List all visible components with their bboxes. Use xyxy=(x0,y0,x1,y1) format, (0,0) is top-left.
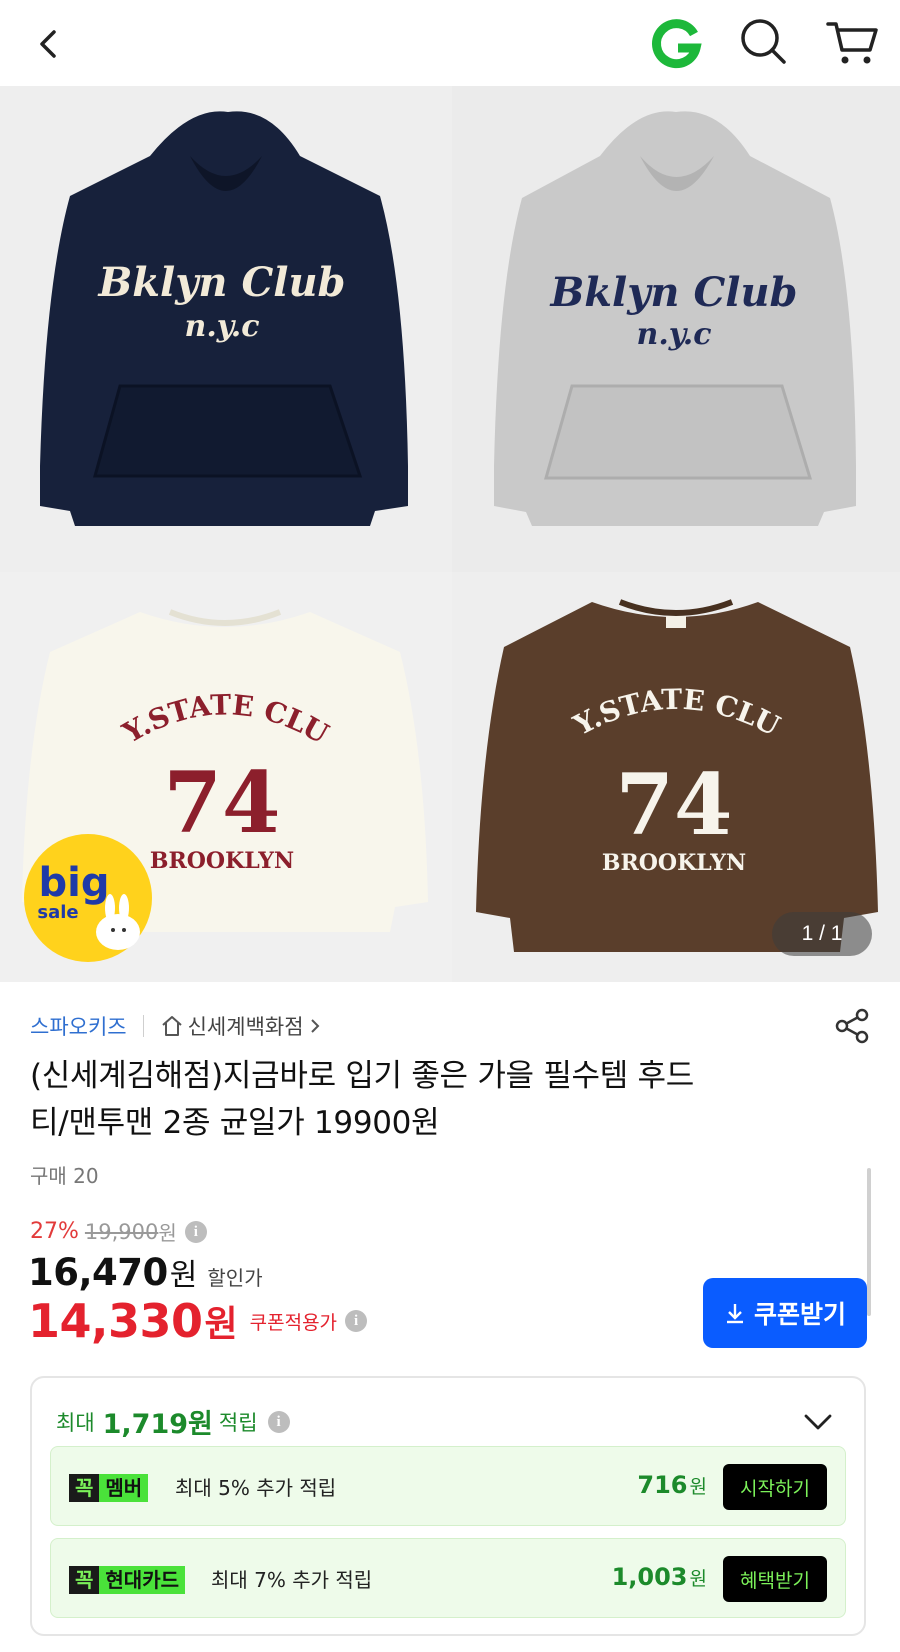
benefit-tag: 꼭 멤버 xyxy=(69,1474,149,1502)
badge-sale-text: sale xyxy=(37,902,78,923)
divider xyxy=(142,1015,144,1037)
benefit-description: 최대 7% 추가 적립 xyxy=(211,1568,373,1592)
hoodie-print-line1: Bklyn Club xyxy=(549,269,797,316)
big-sale-badge: big sale xyxy=(24,834,152,962)
benefit-tag: 꼭 현대카드 xyxy=(69,1566,186,1594)
purchase-count: 구매 20 xyxy=(30,1164,99,1188)
badge-big-text: big xyxy=(39,860,110,906)
share-icon[interactable] xyxy=(832,1006,872,1046)
benefit-hyundai-card: 꼭 현대카드 최대 7% 추가 적립 1,003 원 혜택받기 xyxy=(50,1538,846,1618)
image-counter: 1 / 1 xyxy=(772,912,872,956)
benefit-tag-name: 멤버 xyxy=(99,1474,149,1502)
cart-icon[interactable] xyxy=(822,10,884,72)
coupon-price: 14,330 xyxy=(28,1294,203,1348)
hoodie-print-line2: n.y.c xyxy=(637,317,712,352)
sale-price-label: 할인가 xyxy=(207,1266,263,1290)
reward-points-card: 최대 1,719원 적립 i 꼭 멤버 최대 5% 추가 적립 716 원 시작… xyxy=(30,1376,866,1636)
top-app-bar xyxy=(0,0,900,86)
info-icon[interactable]: i xyxy=(184,1220,207,1243)
sale-price-row: 16,470 원 할인가 xyxy=(28,1250,263,1294)
benefit-points: 1,003 원 xyxy=(612,1563,707,1591)
original-price-row: 27% 19,900 원 i xyxy=(30,1217,207,1246)
hoodie-print-line2: n.y.c xyxy=(185,309,260,344)
store-name: 신세계백화점 xyxy=(187,1015,304,1039)
chevron-left-icon[interactable] xyxy=(24,14,80,70)
benefit-points: 716 원 xyxy=(637,1471,707,1499)
sweatshirt-print-number: 74 xyxy=(616,755,733,854)
benefit-tag-prefix: 꼭 xyxy=(69,1474,100,1502)
benefit-member: 꼭 멤버 최대 5% 추가 적립 716 원 시작하기 xyxy=(50,1446,846,1526)
reward-summary: 최대 1,719원 적립 i xyxy=(56,1402,290,1441)
search-icon[interactable] xyxy=(734,12,794,72)
info-icon[interactable]: i xyxy=(267,1410,290,1433)
benefit-points-value: 1,003 xyxy=(611,1563,688,1591)
benefit-description: 최대 5% 추가 적립 xyxy=(175,1476,337,1500)
product-image-hoodie-gray: Bklyn Club n.y.c xyxy=(452,86,900,572)
g-logo-icon[interactable] xyxy=(644,12,708,76)
chevron-right-icon xyxy=(310,1019,319,1033)
product-title: (신세계김해점)지금바로 입기 좋은 가을 필수템 후드 티/맨투맨 2종 균일… xyxy=(30,1053,850,1147)
benefit-points-unit: 원 xyxy=(689,1476,707,1498)
info-icon[interactable]: i xyxy=(345,1310,368,1332)
start-button[interactable]: 시작하기 xyxy=(723,1464,827,1510)
reward-prefix: 최대 xyxy=(56,1410,95,1435)
benefit-points-unit: 원 xyxy=(689,1568,707,1590)
store-link[interactable]: 신세계백화점 xyxy=(160,1011,326,1041)
coupon-price-unit: 원 xyxy=(204,1304,238,1345)
sweatshirt-print-sub: BROOKLYN xyxy=(602,850,746,876)
original-price-unit: 원 xyxy=(158,1221,177,1245)
get-coupon-button[interactable]: 쿠폰받기 xyxy=(703,1278,867,1348)
get-benefit-button[interactable]: 혜택받기 xyxy=(723,1556,827,1602)
coupon-price-row: 14,330 원 쿠폰적용가 i xyxy=(28,1294,368,1348)
coupon-price-label: 쿠폰적용가 xyxy=(249,1311,338,1334)
product-title-line1: (신세계김해점)지금바로 입기 좋은 가을 필수템 후드 xyxy=(30,1058,694,1094)
download-icon xyxy=(726,1304,743,1324)
brand-row: 스파오키즈 신세계백화점 xyxy=(30,1010,326,1042)
sweatshirt-print-number: 74 xyxy=(164,753,281,852)
benefit-tag-prefix: 꼭 xyxy=(69,1566,100,1594)
sale-price: 16,470 xyxy=(28,1251,168,1294)
benefit-points-value: 716 xyxy=(637,1471,688,1499)
product-image-hoodie-navy: Bklyn Club n.y.c xyxy=(0,86,452,572)
reward-max-amount: 1,719원 xyxy=(102,1409,213,1440)
product-image-gallery[interactable]: Bklyn Club n.y.c Bklyn Club n.y.c NY.STA… xyxy=(0,86,900,982)
product-title-line2: 티/맨투맨 2종 균일가 19900원 xyxy=(30,1105,440,1141)
chevron-down-icon[interactable] xyxy=(800,1408,836,1436)
scrollbar[interactable] xyxy=(867,1168,871,1316)
brand-link[interactable]: 스파오키즈 xyxy=(30,1011,127,1041)
hoodie-print-line1: Bklyn Club xyxy=(97,259,345,306)
original-price: 19,900 xyxy=(84,1219,159,1244)
home-icon xyxy=(161,1016,182,1036)
discount-percent: 27% xyxy=(30,1219,79,1244)
benefit-tag-name: 현대카드 xyxy=(99,1566,186,1594)
sweatshirt-print-sub: BROOKLYN xyxy=(150,848,294,874)
reward-suffix: 적립 xyxy=(218,1410,258,1435)
get-coupon-label: 쿠폰받기 xyxy=(753,1301,846,1329)
sale-price-unit: 원 xyxy=(169,1258,198,1293)
